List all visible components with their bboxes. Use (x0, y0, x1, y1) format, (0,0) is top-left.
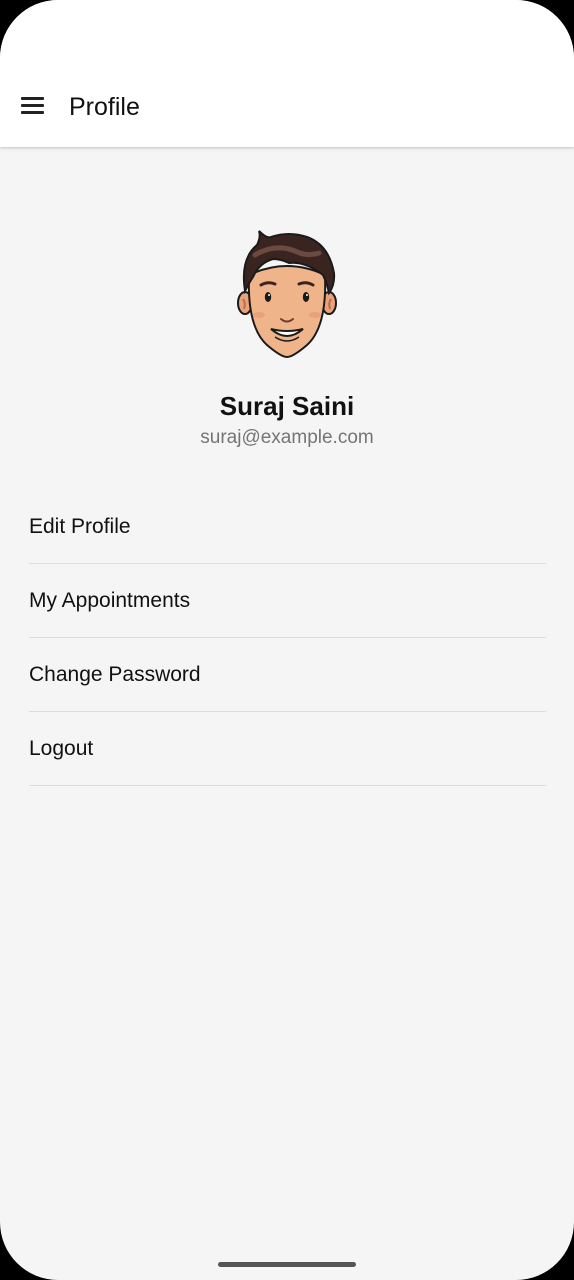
profile-email: suraj@example.com (200, 427, 374, 448)
page-title: Profile (69, 93, 140, 121)
menu-item-label: Logout (29, 736, 94, 760)
profile-name: Suraj Saini (219, 391, 355, 421)
app-bar: Profile (0, 0, 574, 147)
menu-item-label: Change Password (29, 662, 201, 686)
menu-item-change-password[interactable]: Change Password (29, 638, 546, 712)
hamburger-menu-icon[interactable] (10, 83, 54, 127)
profile-menu: Edit Profile My Appointments Change Pass… (29, 490, 546, 786)
menu-item-edit-profile[interactable]: Edit Profile (29, 490, 546, 564)
menu-item-label: Edit Profile (29, 514, 131, 538)
home-indicator[interactable] (218, 1262, 356, 1267)
menu-item-my-appointments[interactable]: My Appointments (29, 564, 546, 638)
menu-item-label: My Appointments (29, 588, 191, 612)
avatar (237, 229, 337, 361)
cartoon-boy-avatar-icon (237, 230, 337, 359)
menu-item-logout[interactable]: Logout (29, 712, 546, 786)
app-screen: Profile Suraj Saini suraj@example.com Ed… (0, 0, 574, 1280)
